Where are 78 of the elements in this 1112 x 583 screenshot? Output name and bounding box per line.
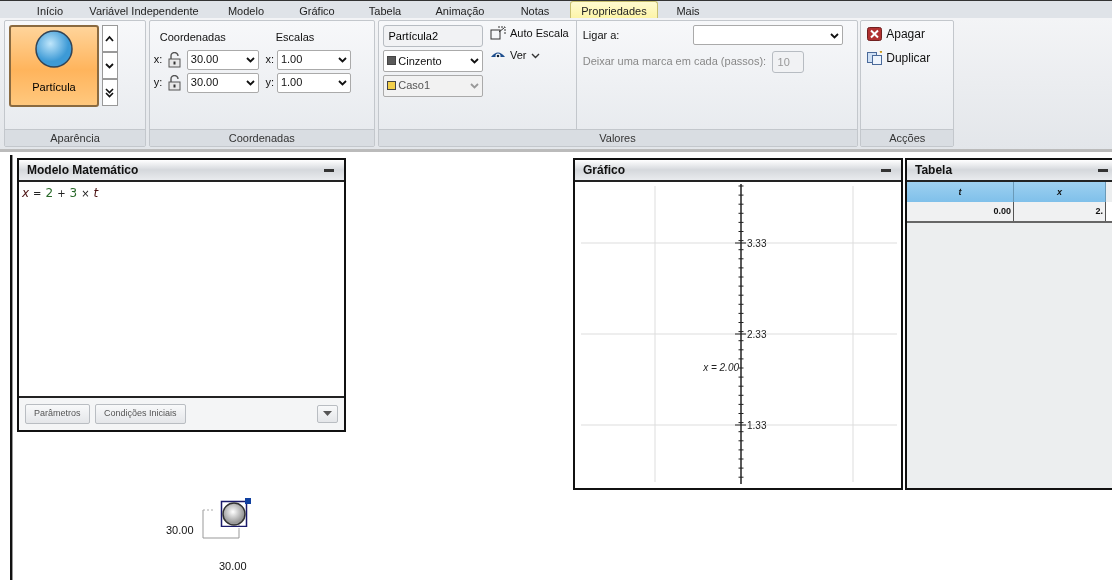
- section-heading: Escalas: [275, 30, 315, 45]
- ribbon-tab[interactable]: Notas: [500, 1, 570, 18]
- chevron-icon: [337, 56, 347, 63]
- group-label: Aparência: [5, 129, 145, 146]
- circle-icon: [34, 28, 74, 69]
- chevron-icon: [245, 79, 255, 86]
- axis-label: y:: [153, 75, 163, 91]
- minimize-icon: [881, 167, 891, 173]
- caret-icon: [105, 62, 115, 69]
- minimize-icon: [1098, 167, 1108, 173]
- coordinate-label: 30.00: [219, 559, 247, 574]
- ribbon-tab[interactable]: Modelo: [208, 1, 284, 18]
- action-button[interactable]: Duplicar: [865, 48, 950, 67]
- ribbon-tab[interactable]: Tabela: [350, 1, 420, 18]
- particle-style-button[interactable]: Partícula: [9, 25, 99, 107]
- view-dropdown[interactable]: Ver: [488, 47, 571, 64]
- auto-scale-button[interactable]: Auto Escala: [488, 25, 571, 42]
- color-select[interactable]: Cinzento: [382, 49, 483, 72]
- table-cell: 2.: [1014, 202, 1106, 221]
- field-label: Deixar uma marca em cada (passos):: [582, 54, 767, 70]
- field-label: Ligar a:: [582, 27, 621, 43]
- resize-icon: [490, 26, 506, 41]
- panel-button[interactable]: Condições Iniciais: [95, 404, 186, 424]
- section-heading: Coordenadas: [158, 30, 227, 45]
- gallery-up-button[interactable]: [101, 25, 118, 52]
- eye-icon: [490, 50, 506, 61]
- axis-label: y:: [265, 75, 275, 91]
- column-header: x: [1014, 182, 1106, 202]
- coordinate-select[interactable]: 30.00: [186, 72, 259, 93]
- gallery-expand-button[interactable]: [101, 79, 118, 106]
- panel-button[interactable]: Parâmetros: [25, 404, 90, 424]
- caret-icon: [105, 35, 115, 42]
- lock-icon: [167, 74, 183, 91]
- ribbon-tab[interactable]: Propriedades: [570, 1, 658, 18]
- axis-label: x:: [153, 52, 163, 68]
- dropdown-button[interactable]: [317, 405, 338, 423]
- ribbon-tab[interactable]: Mais: [658, 1, 718, 18]
- chevron-icon: [469, 82, 479, 89]
- name-field[interactable]: Partícula2: [382, 25, 483, 47]
- lock-icon: [167, 51, 183, 68]
- scale-select[interactable]: 1.00: [276, 49, 351, 70]
- delete-icon: [867, 27, 883, 41]
- chevron-icon: [337, 79, 347, 86]
- window-title: Tabela: [915, 162, 953, 179]
- coordinate-label: 30.00: [166, 523, 194, 538]
- double-caret-icon: [105, 87, 115, 98]
- ribbon-tab[interactable]: Variável Independente: [80, 1, 208, 18]
- minimize-icon: [324, 167, 334, 173]
- group-label: Coordenadas: [149, 129, 374, 146]
- minimize-button[interactable]: [879, 167, 893, 173]
- chevron-icon: [245, 56, 255, 63]
- minimize-button[interactable]: [1096, 167, 1110, 173]
- tick-label: 3.33: [747, 238, 767, 249]
- window-title: Modelo Matemático: [27, 162, 139, 179]
- ribbon-tab[interactable]: Animação: [420, 1, 500, 18]
- value-label: x = 2.00: [703, 362, 739, 373]
- chevron-icon: [530, 51, 540, 59]
- chevron-icon: [469, 57, 479, 65]
- table-cell: 0.00: [907, 202, 1014, 221]
- action-button[interactable]: Apagar: [865, 25, 950, 43]
- chevron-icon: [829, 31, 839, 39]
- gallery-down-button[interactable]: [101, 52, 118, 79]
- documents-icon: [867, 50, 883, 65]
- caret-icon: [323, 411, 332, 417]
- ribbon-tab[interactable]: Gráfico: [284, 1, 350, 18]
- group-label: Acções: [861, 129, 954, 146]
- column-header: t: [907, 182, 1014, 202]
- tick-label: 2.33: [747, 329, 767, 340]
- particle[interactable]: [220, 497, 252, 527]
- coordinate-select[interactable]: 30.00: [186, 49, 259, 70]
- window-title: Gráfico: [583, 162, 625, 179]
- axis-label: x:: [265, 52, 275, 68]
- ribbon-tab[interactable]: Início: [20, 1, 80, 18]
- group-label: Valores: [378, 129, 857, 146]
- tick-label: 1.33: [747, 420, 767, 431]
- scale-select[interactable]: 1.00: [276, 72, 351, 93]
- equation: x = 2 + 3 × t: [21, 185, 100, 202]
- minimize-button[interactable]: [322, 167, 336, 173]
